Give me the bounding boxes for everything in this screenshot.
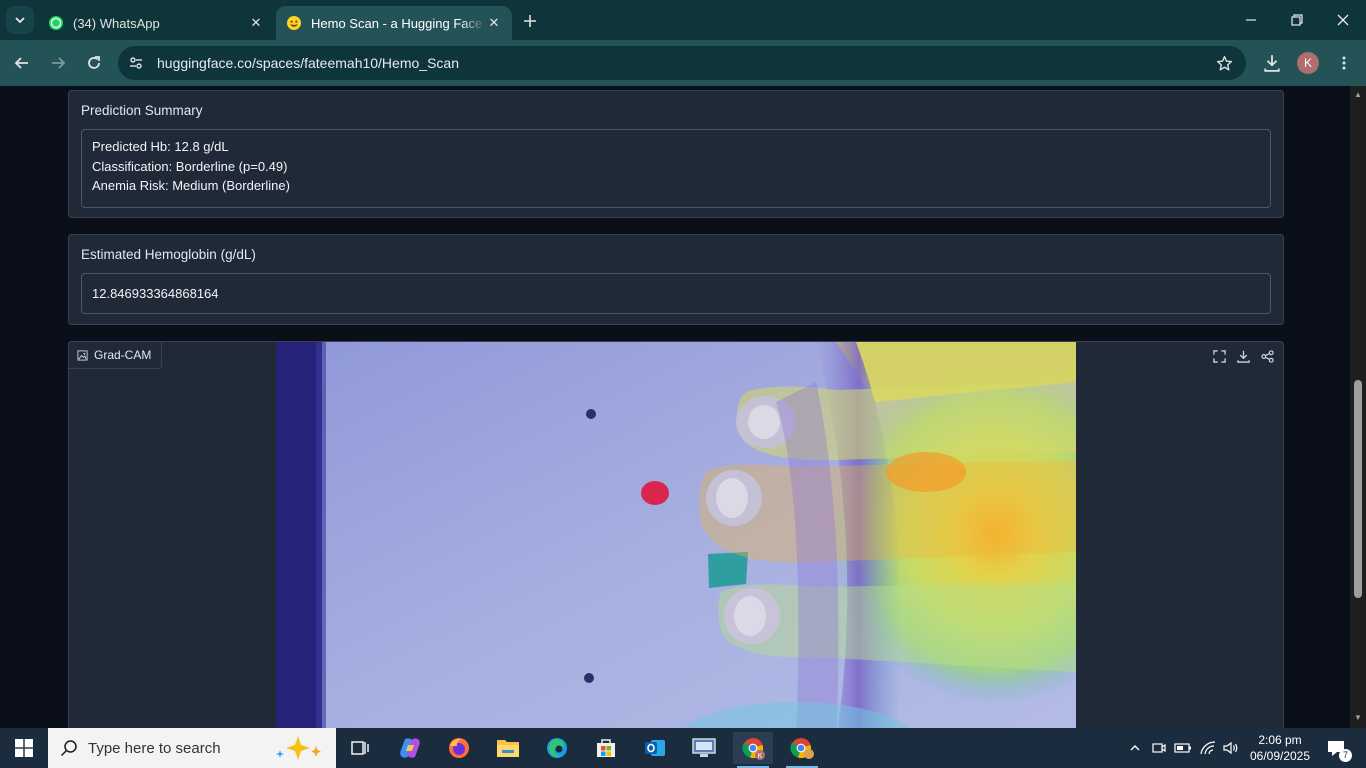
- firefox-icon[interactable]: [439, 732, 479, 764]
- notification-count: 7: [1339, 749, 1352, 762]
- close-icon: [1337, 14, 1349, 26]
- plus-icon: [524, 15, 536, 27]
- clock-date: 06/09/2025: [1249, 749, 1311, 763]
- sparkle-icon: [276, 736, 321, 760]
- profile-avatar[interactable]: K: [1297, 52, 1319, 74]
- reload-icon: [88, 56, 100, 69]
- forward-button[interactable]: [44, 49, 72, 77]
- gradcam-label: Grad-CAM: [94, 348, 152, 362]
- show-hidden-icons-icon[interactable]: [1124, 728, 1146, 768]
- windows-logo-icon: [15, 739, 33, 757]
- chevron-down-icon: [15, 17, 25, 24]
- taskbar-search-box[interactable]: Type here to search: [48, 728, 336, 768]
- arrow-right-icon: [52, 57, 66, 69]
- page-scrollbar[interactable]: ▲ ▼: [1350, 86, 1366, 728]
- gradcam-block: Grad-CAM: [68, 341, 1284, 728]
- edge-icon[interactable]: [537, 732, 577, 764]
- prediction-summary-box[interactable]: Predicted Hb: 12.8 g/dL Classification: …: [81, 129, 1271, 208]
- download-icon: [1264, 55, 1280, 72]
- chrome-profile-icon[interactable]: [782, 732, 822, 768]
- close-tab-icon[interactable]: ✕: [248, 15, 264, 31]
- predicted-hb-line: Predicted Hb: 12.8 g/dL: [92, 139, 229, 154]
- minimize-button[interactable]: [1228, 0, 1274, 40]
- gradcam-label-badge: Grad-CAM: [68, 341, 163, 369]
- reload-button[interactable]: [80, 49, 108, 77]
- battery-icon[interactable]: [1172, 728, 1194, 768]
- start-button[interactable]: [0, 728, 48, 768]
- bookmark-star-icon[interactable]: [1210, 55, 1238, 72]
- hemoglobin-value-field[interactable]: 12.846933364868164: [81, 273, 1271, 314]
- prediction-summary-block: Prediction Summary Predicted Hb: 12.8 g/…: [68, 90, 1284, 218]
- remote-desktop-icon[interactable]: [684, 732, 724, 764]
- file-explorer-icon[interactable]: [488, 732, 528, 764]
- downloads-button[interactable]: [1258, 49, 1286, 77]
- classification-line: Classification: Borderline (p=0.49): [92, 158, 288, 174]
- address-bar[interactable]: huggingface.co/spaces/fateemah10/Hemo_Sc…: [118, 46, 1246, 80]
- hemoglobin-label: Estimated Hemoglobin (g/dL): [81, 247, 256, 262]
- close-window-button[interactable]: [1320, 0, 1366, 40]
- wifi-icon[interactable]: [1197, 728, 1219, 768]
- microsoft-store-icon[interactable]: [586, 732, 626, 764]
- chrome-icon[interactable]: K: [733, 732, 773, 768]
- search-icon: [60, 740, 77, 757]
- scrollbar-thumb[interactable]: [1354, 380, 1362, 598]
- task-view-icon[interactable]: [340, 732, 380, 764]
- windows-taskbar: Type here to search K 2:06 pm 06/09/2025…: [0, 728, 1366, 768]
- more-vertical-icon: [1342, 56, 1346, 70]
- minimize-icon: [1246, 19, 1256, 21]
- volume-icon[interactable]: [1220, 728, 1242, 768]
- image-toolbar: [1207, 344, 1279, 368]
- share-icon[interactable]: [1255, 344, 1279, 368]
- copilot-icon[interactable]: [390, 732, 430, 764]
- scroll-up-icon[interactable]: ▲: [1353, 90, 1363, 100]
- outlook-icon[interactable]: [635, 732, 675, 764]
- arrow-left-icon: [14, 57, 28, 69]
- restore-button[interactable]: [1274, 0, 1320, 40]
- restore-icon: [1291, 14, 1303, 26]
- download-icon[interactable]: [1231, 344, 1255, 368]
- back-button[interactable]: [8, 49, 36, 77]
- svg-text:K: K: [758, 753, 763, 760]
- scroll-down-icon[interactable]: ▼: [1353, 713, 1363, 723]
- anemia-risk-line: Anemia Risk: Medium (Borderline): [92, 178, 290, 193]
- close-tab-icon[interactable]: ✕: [486, 15, 502, 31]
- meet-now-icon[interactable]: [1148, 728, 1170, 768]
- taskbar-clock[interactable]: 2:06 pm 06/09/2025: [1246, 732, 1314, 764]
- fullscreen-icon[interactable]: [1207, 344, 1231, 368]
- tab-search-button[interactable]: [6, 6, 34, 34]
- tab-hemo-scan[interactable]: Hemo Scan - a Hugging Face Space by fate…: [276, 6, 512, 40]
- menu-button[interactable]: [1330, 49, 1358, 77]
- clock-time: 2:06 pm: [1258, 733, 1302, 747]
- url-text[interactable]: huggingface.co/spaces/fateemah10/Hemo_Sc…: [157, 55, 1210, 71]
- page-viewport: Prediction Summary Predicted Hb: 12.8 g/…: [0, 86, 1350, 728]
- image-icon: [77, 349, 88, 361]
- gradcam-heatmap-svg: [276, 342, 1076, 728]
- gradcam-image: [276, 342, 1076, 728]
- tab-whatsapp[interactable]: (34) WhatsApp ✕: [38, 6, 274, 40]
- site-info-icon[interactable]: [124, 51, 148, 75]
- hugging-face-icon: [287, 16, 301, 30]
- notifications-button[interactable]: 7: [1322, 728, 1352, 768]
- new-tab-button[interactable]: [518, 9, 542, 33]
- hemoglobin-block: Estimated Hemoglobin (g/dL) 12.846933364…: [68, 234, 1284, 325]
- browser-toolbar: huggingface.co/spaces/fateemah10/Hemo_Sc…: [0, 40, 1366, 86]
- tab-strip: (34) WhatsApp ✕ Hemo Scan - a Hugging Fa…: [0, 0, 1366, 40]
- tab-title: Hemo Scan - a Hugging Face Space by fate…: [311, 15, 486, 31]
- whatsapp-icon: [49, 16, 63, 30]
- search-placeholder: Type here to search: [88, 739, 221, 757]
- tab-title: (34) WhatsApp: [73, 15, 160, 31]
- hemoglobin-value: 12.846933364868164: [92, 286, 219, 301]
- prediction-summary-label: Prediction Summary: [81, 103, 203, 118]
